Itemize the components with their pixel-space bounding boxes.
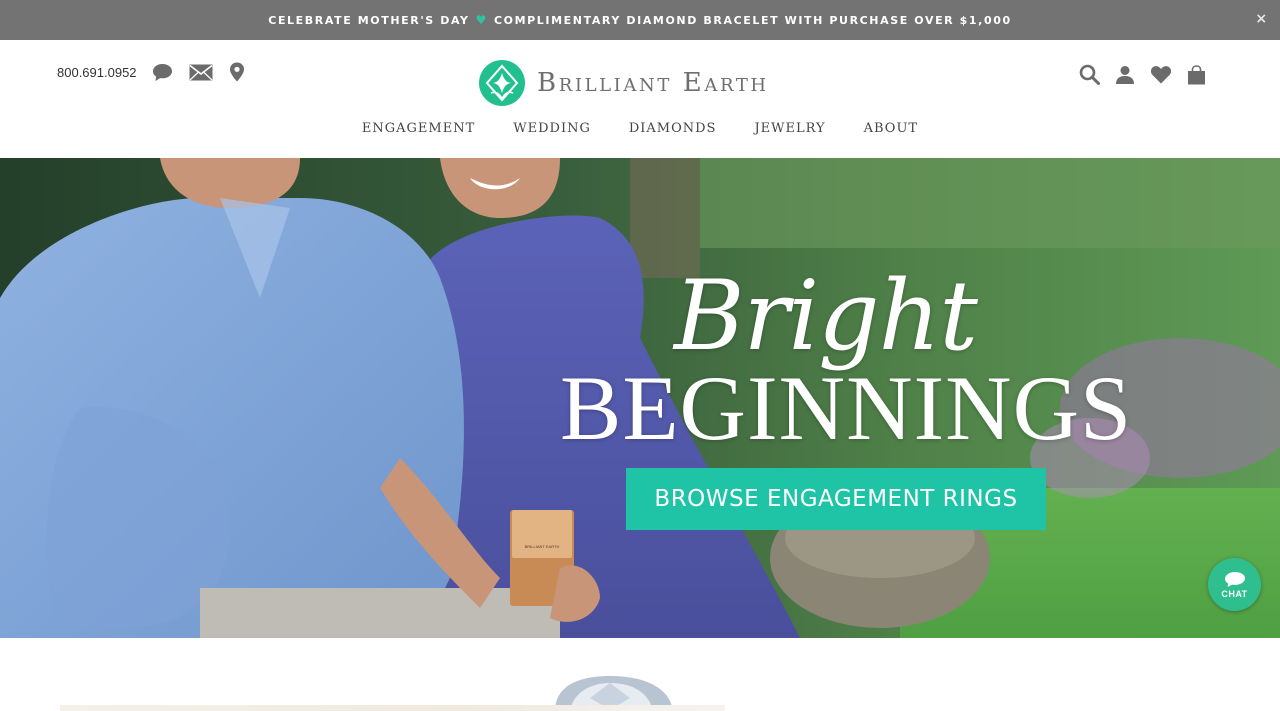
close-icon[interactable]: × xyxy=(1254,11,1270,27)
search-icon[interactable] xyxy=(1079,64,1100,85)
hero-title: BEGINNINGS xyxy=(560,357,1133,459)
mail-icon[interactable] xyxy=(189,64,213,81)
site-header: 800.691.0952 Brilliant Earth ENGAGEMENT … xyxy=(0,40,1280,158)
account-icon[interactable] xyxy=(1115,65,1135,85)
nav-engagement[interactable]: ENGAGEMENT xyxy=(362,121,475,136)
chat-bubble-icon[interactable] xyxy=(152,63,173,82)
promo-text-lead: CELEBRATE MOTHER'S DAY xyxy=(268,13,470,27)
promo-text-offer: COMPLIMENTARY DIAMOND BRACELET WITH PURC… xyxy=(493,13,1012,27)
hero-script-heading: Bright xyxy=(674,260,978,372)
hero-banner: BRILLIANT EARTH Bright BEGINNINGS BROWSE… xyxy=(0,158,1280,638)
promo-banner: CELEBRATE MOTHER'S DAY ♥ COMPLIMENTARY D… xyxy=(0,0,1280,40)
contact-group: 800.691.0952 xyxy=(57,62,261,82)
shopping-bag-icon[interactable] xyxy=(1187,64,1206,85)
diamond-ring-image xyxy=(555,676,673,711)
ring-box-label: BRILLIANT EARTH xyxy=(525,544,560,549)
nav-wedding[interactable]: WEDDING xyxy=(513,121,591,136)
utility-icons xyxy=(1064,64,1206,85)
chat-bubble-icon xyxy=(1224,571,1245,587)
heart-icon: ♥ xyxy=(475,13,488,27)
chat-button[interactable]: CHAT xyxy=(1208,558,1261,611)
main-nav: ENGAGEMENT WEDDING DIAMONDS JEWELRY ABOU… xyxy=(0,121,1280,136)
phone-number[interactable]: 800.691.0952 xyxy=(57,65,137,80)
below-fold-section xyxy=(0,638,1280,711)
chat-label: CHAT xyxy=(1221,588,1248,599)
brand-name: Brilliant Earth xyxy=(537,68,769,98)
nav-jewelry[interactable]: JEWELRY xyxy=(754,121,825,136)
location-pin-icon[interactable] xyxy=(229,62,245,82)
brand-logo[interactable]: Brilliant Earth xyxy=(479,60,769,106)
browse-engagement-rings-button[interactable]: BROWSE ENGAGEMENT RINGS xyxy=(626,468,1046,530)
nav-diamonds[interactable]: DIAMONDS xyxy=(629,121,717,136)
wishlist-heart-icon[interactable] xyxy=(1150,65,1172,84)
nav-about[interactable]: ABOUT xyxy=(864,121,918,136)
logo-mark-icon xyxy=(479,60,525,106)
product-strip xyxy=(60,705,725,711)
